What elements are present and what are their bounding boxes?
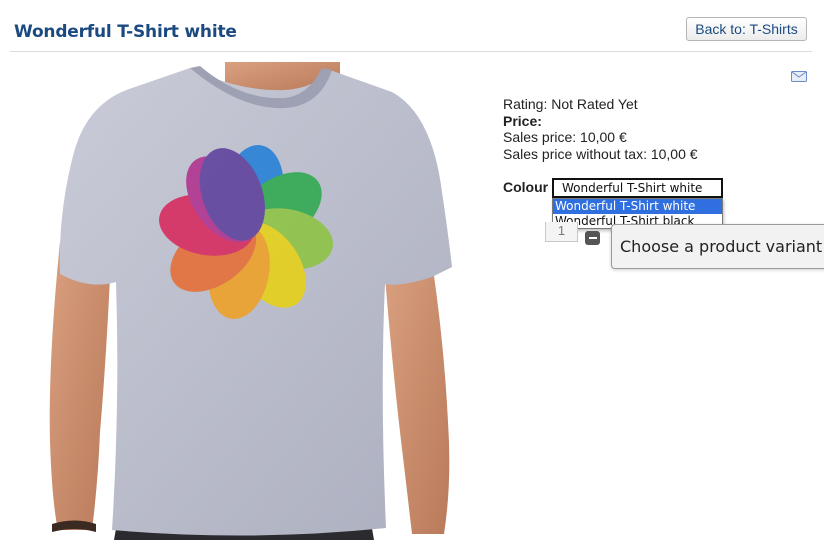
tshirt-photo bbox=[49, 62, 453, 540]
price-label: Price: bbox=[503, 112, 542, 129]
product-image[interactable] bbox=[40, 62, 460, 540]
colour-label: Colour bbox=[503, 179, 549, 195]
sales-price-without-tax: Sales price without tax: 10,00 € bbox=[503, 145, 698, 162]
page-title: Wonderful T-Shirt white bbox=[14, 22, 237, 42]
sales-price: Sales price: 10,00 € bbox=[503, 129, 627, 145]
variant-tooltip: Choose a product variant bbox=[611, 224, 824, 269]
email-icon[interactable] bbox=[791, 69, 807, 82]
back-button[interactable]: Back to: T-Shirts bbox=[686, 17, 807, 41]
quantity-input[interactable]: 1 bbox=[545, 222, 578, 242]
rating-text: Rating: Not Rated Yet bbox=[503, 96, 638, 112]
product-details: Rating: Not Rated Yet Price: Sales price… bbox=[503, 96, 698, 162]
colour-select[interactable]: Wonderful T-Shirt white bbox=[552, 178, 723, 198]
dropdown-option-white[interactable]: Wonderful T-Shirt white bbox=[553, 199, 722, 214]
title-divider bbox=[10, 51, 812, 52]
quantity-minus-button[interactable] bbox=[585, 231, 600, 245]
minus-icon bbox=[588, 237, 597, 239]
